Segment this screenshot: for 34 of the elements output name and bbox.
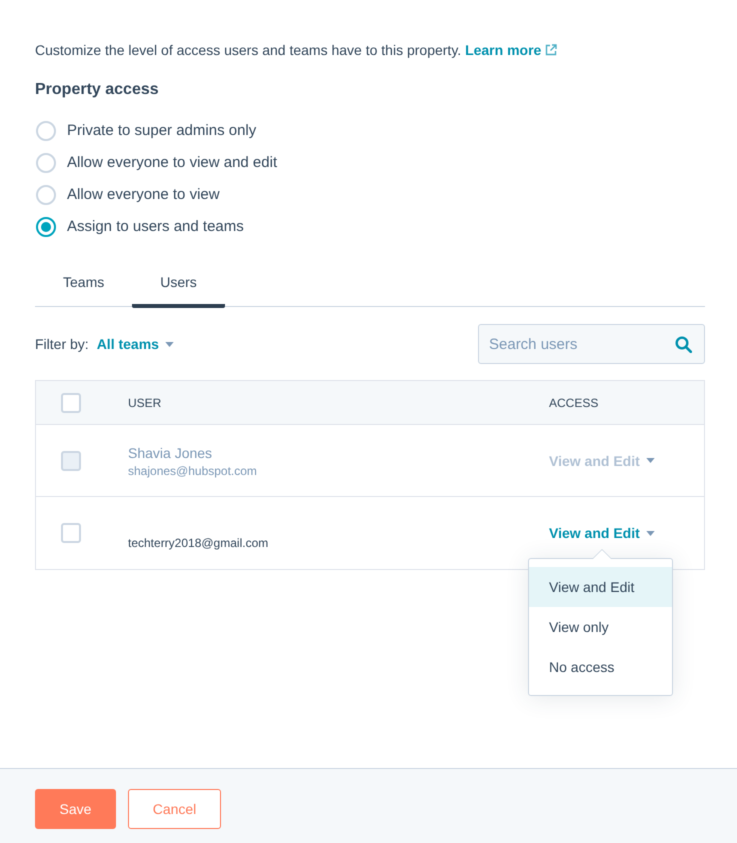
caret-icon xyxy=(164,342,174,346)
cancel-button[interactable]: Cancel xyxy=(128,789,221,829)
save-button[interactable]: Save xyxy=(35,789,116,829)
radio-button[interactable] xyxy=(36,185,56,205)
intro-text: Customize the level of access users and teams have to this property. Learn more xyxy=(35,40,705,60)
user-name: Shavia Jones xyxy=(128,444,212,462)
radio-label: Allow everyone to view and edit xyxy=(67,153,278,173)
filter-label: Filter by: xyxy=(35,334,89,354)
column-header: ACCESS xyxy=(549,394,598,410)
radio-button[interactable] xyxy=(36,121,56,141)
access-dropdown[interactable]: View and Edit xyxy=(549,523,655,543)
external-link-icon xyxy=(545,44,558,56)
user-email: shajones@hubspot.com xyxy=(128,462,257,478)
search-field[interactable]: Search users xyxy=(478,324,705,364)
menu-item[interactable]: No access xyxy=(529,647,672,687)
tab[interactable]: Users xyxy=(132,258,225,308)
radio-label: Private to super admins only xyxy=(67,121,256,141)
filter-dropdown[interactable]: All teams xyxy=(96,334,174,354)
radio-button[interactable] xyxy=(36,217,56,237)
caret-icon xyxy=(646,530,655,536)
search-icon xyxy=(675,336,692,353)
radio-button[interactable] xyxy=(36,153,56,173)
checkbox[interactable] xyxy=(61,523,81,543)
column-header: USER xyxy=(128,396,162,410)
checkbox[interactable] xyxy=(61,392,81,412)
menu-item[interactable]: View only xyxy=(529,607,672,647)
tab[interactable]: Teams xyxy=(35,258,132,308)
menu-item[interactable]: View and Edit xyxy=(529,567,672,607)
section-heading: Property access xyxy=(35,80,160,100)
user-email: techterry2018@gmail.com xyxy=(128,535,268,551)
radio-label: Allow everyone to view xyxy=(67,185,220,205)
radio-label: Assign to users and teams xyxy=(67,217,244,237)
learn-more-link[interactable]: Learn more xyxy=(465,42,558,58)
caret-icon xyxy=(646,458,655,463)
